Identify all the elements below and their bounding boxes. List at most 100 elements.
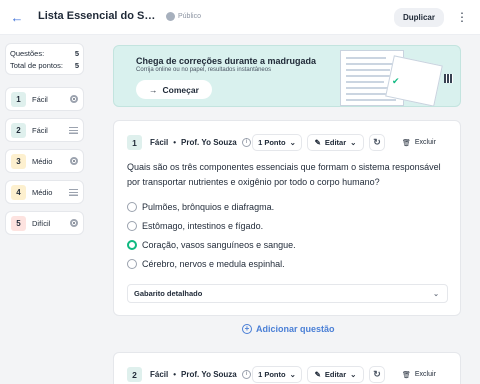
arrow-right-icon: → xyxy=(149,84,158,95)
text-answer-icon xyxy=(69,188,78,196)
question-number-badge: 5 xyxy=(11,215,26,231)
answer-option[interactable]: Pulmões, brônquios e diafragma. xyxy=(127,201,274,213)
pencil-icon: ✎ xyxy=(314,138,321,147)
answer-option-label: Estômago, intestinos e fígado. xyxy=(142,221,264,231)
sidebar-question-item[interactable]: 1 Fácil xyxy=(5,87,84,111)
answer-option[interactable]: Estômago, intestinos e fígado. xyxy=(127,220,263,232)
separator-dot: • xyxy=(173,370,177,379)
back-arrow-icon[interactable]: ← xyxy=(10,11,24,25)
question-meta: 2 Fácil • Prof. Yo Souza i xyxy=(127,366,251,383)
question-meta: 1 Fácil • Prof. Yo Souza i xyxy=(127,134,251,151)
chevron-down-icon: ⌄ xyxy=(289,138,296,147)
difficulty-label: Difícil xyxy=(32,218,51,228)
chevron-down-icon: ⌄ xyxy=(433,290,439,298)
questions-stat: Questões: 5 xyxy=(10,48,79,60)
question-card: 1 Fácil • Prof. Yo Souza i 1 Ponto ⌄ ✎ E… xyxy=(113,120,461,316)
multiple-choice-icon xyxy=(70,219,78,227)
points-dropdown-label: 1 Ponto xyxy=(258,138,286,147)
top-bar: ← Lista Essencial do Sistema … Público D… xyxy=(0,0,480,35)
multiple-choice-icon xyxy=(70,95,78,103)
difficulty-label: Fácil xyxy=(32,125,48,135)
edit-label: Editar xyxy=(324,138,347,147)
points-dropdown-label: 1 Ponto xyxy=(258,370,286,379)
points-dropdown[interactable]: 1 Ponto ⌄ xyxy=(252,134,302,151)
sidebar-question-item[interactable]: 4 Médio xyxy=(5,180,84,204)
pencil-icon: ✎ xyxy=(314,370,321,379)
answer-option-label: Cérebro, nervos e medula espinhal. xyxy=(142,259,285,269)
qr-code-icon xyxy=(444,74,453,83)
regenerate-button[interactable]: ↻ xyxy=(369,366,385,383)
answer-option[interactable]: Cérebro, nervos e medula espinhal. xyxy=(127,258,285,270)
points-stat: Total de pontos: 5 xyxy=(10,60,79,72)
question-number-badge: 2 xyxy=(127,367,142,382)
questions-label: Questões: xyxy=(10,49,45,58)
answer-option[interactable]: Coração, vasos sanguíneos e sangue. xyxy=(127,239,296,251)
sidebar-question-item[interactable]: 5 Difícil xyxy=(5,211,84,235)
separator-dot: • xyxy=(173,138,177,147)
detailed-answer-label: Gabarito detalhado xyxy=(134,289,203,298)
page-title: Lista Essencial do Sistema … xyxy=(38,10,158,22)
chevron-down-icon: ⌄ xyxy=(350,138,357,147)
points-dropdown[interactable]: 1 Ponto ⌄ xyxy=(252,366,302,383)
trash-icon: 🗑 xyxy=(402,139,411,147)
stats-panel: Questões: 5 Total de pontos: 5 xyxy=(5,43,84,75)
promo-banner: Chega de correções durante a madrugada C… xyxy=(113,45,461,107)
author-label: Prof. Yo Souza xyxy=(181,370,237,379)
trash-icon: 🗑 xyxy=(402,371,411,379)
multiple-choice-icon xyxy=(70,157,78,165)
author-label: Prof. Yo Souza xyxy=(181,138,237,147)
refresh-icon: ↻ xyxy=(373,369,381,379)
answer-option-label: Pulmões, brônquios e diafragma. xyxy=(142,202,275,212)
start-button[interactable]: → Começar xyxy=(136,80,212,99)
sidebar-question-item[interactable]: 3 Médio xyxy=(5,149,84,173)
difficulty-label: Médio xyxy=(32,156,53,166)
radio-selected-icon[interactable] xyxy=(127,240,137,250)
difficulty-label: Fácil xyxy=(150,138,169,147)
detailed-answer-dropdown[interactable]: Gabarito detalhado ⌄ xyxy=(127,284,448,303)
info-icon[interactable]: i xyxy=(241,138,251,147)
delete-label: Excluir xyxy=(414,139,436,146)
chevron-down-icon: ⌄ xyxy=(289,370,296,379)
radio-icon[interactable] xyxy=(127,259,137,269)
question-card: 2 Fácil • Prof. Yo Souza i 1 Ponto ⌄ ✎ E… xyxy=(113,352,461,384)
radio-icon[interactable] xyxy=(127,221,137,231)
points-value: 5 xyxy=(74,61,79,70)
visibility-label: Público xyxy=(178,13,201,20)
plus-circle-icon: + xyxy=(242,324,252,334)
delete-button[interactable]: 🗑 Excluir xyxy=(402,366,436,383)
start-button-label: Começar xyxy=(162,84,199,95)
more-options-icon[interactable]: ⋮ xyxy=(456,9,468,25)
visibility-status: Público xyxy=(166,12,201,21)
difficulty-label: Fácil xyxy=(150,370,169,379)
add-question-label: Adicionar questão xyxy=(256,324,335,334)
banner-title: Chega de correções durante a madrugada xyxy=(136,56,317,66)
checkmark-icon: ✔ xyxy=(392,76,400,86)
question-number-badge: 2 xyxy=(11,122,26,138)
globe-icon xyxy=(166,12,175,21)
sidebar-question-item[interactable]: 2 Fácil xyxy=(5,118,84,142)
radio-icon[interactable] xyxy=(127,202,137,212)
points-label: Total de pontos: xyxy=(10,61,63,70)
chevron-down-icon: ⌄ xyxy=(350,370,357,379)
edit-button[interactable]: ✎ Editar ⌄ xyxy=(307,366,364,383)
difficulty-label: Médio xyxy=(32,187,53,197)
question-number-badge: 1 xyxy=(11,91,26,107)
question-number-badge: 1 xyxy=(127,135,142,150)
banner-subtitle: Corrija online ou no papel, resultados i… xyxy=(136,67,272,73)
answer-option-label: Coração, vasos sanguíneos e sangue. xyxy=(142,240,296,250)
question-number-badge: 4 xyxy=(11,184,26,200)
difficulty-label: Fácil xyxy=(32,94,48,104)
regenerate-button[interactable]: ↻ xyxy=(369,134,385,151)
refresh-icon: ↻ xyxy=(373,137,381,147)
question-number-badge: 3 xyxy=(11,153,26,169)
questions-value: 5 xyxy=(74,49,79,58)
delete-label: Excluir xyxy=(414,371,436,378)
add-question-button[interactable]: + Adicionar questão xyxy=(242,324,335,334)
edit-button[interactable]: ✎ Editar ⌄ xyxy=(307,134,364,151)
info-icon[interactable]: i xyxy=(241,370,251,379)
question-text: Quais são os três componentes essenciais… xyxy=(127,162,441,187)
text-answer-icon xyxy=(69,126,78,134)
edit-label: Editar xyxy=(324,370,347,379)
duplicate-button[interactable]: Duplicar xyxy=(394,8,444,27)
delete-button[interactable]: 🗑 Excluir xyxy=(402,134,436,151)
